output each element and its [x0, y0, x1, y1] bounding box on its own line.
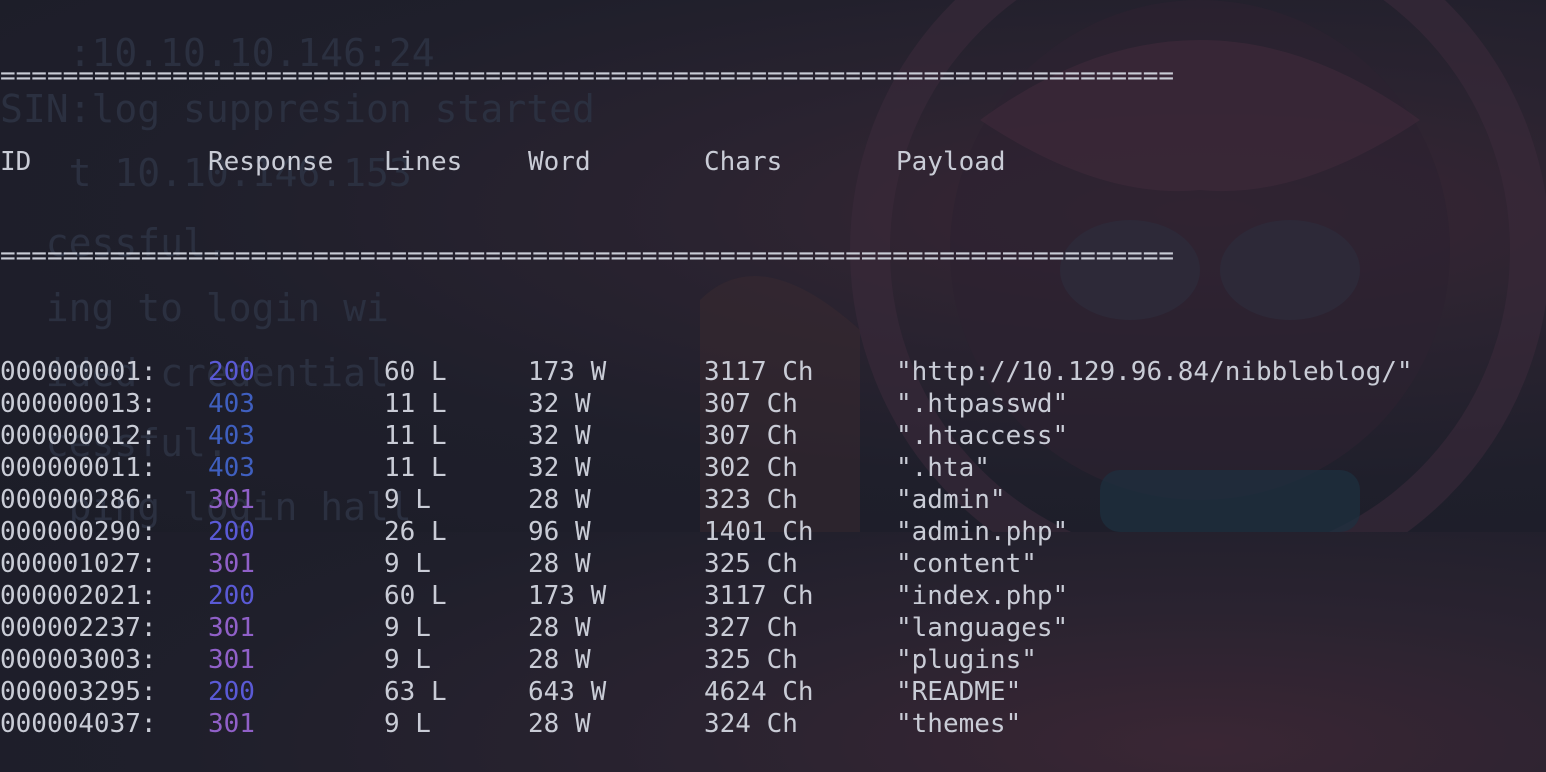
table-row: 000000011: 403 11 L 32 W 302 Ch ".hta"	[0, 452, 1546, 484]
cell-id: 000002021:	[0, 581, 157, 611]
cell-chars: 307 Ch	[704, 421, 798, 451]
table-header: ID Response Lines Word Chars Payload	[0, 146, 1546, 178]
cell-lines: 9 L	[384, 709, 431, 739]
cell-lines: 63 L	[384, 677, 447, 707]
cell-lines: 60 L	[384, 581, 447, 611]
cell-id: 000004037:	[0, 709, 157, 739]
cell-response: 301	[208, 645, 255, 675]
results-table: 000000001: 200 60 L 173 W 3117 Ch "http://10.…	[0, 356, 1546, 740]
cell-id: 000003003:	[0, 645, 157, 675]
cell-payload: "README"	[896, 677, 1022, 707]
cell-word: 643 W	[528, 677, 607, 707]
header-word: Word	[528, 147, 591, 177]
table-row: 000000001: 200 60 L 173 W 3117 Ch "http://10.…	[0, 356, 1546, 388]
cell-response: 200	[208, 517, 255, 547]
table-row: 000000012: 403 11 L 32 W 307 Ch ".htaccess"	[0, 420, 1546, 452]
cell-id: 000000286:	[0, 485, 157, 515]
cell-word: 28 W	[528, 613, 591, 643]
separator-top: ========================================…	[0, 61, 1174, 91]
cell-word: 32 W	[528, 453, 591, 483]
cell-response: 403	[208, 453, 255, 483]
cell-response: 200	[208, 581, 255, 611]
table-row: 000000290: 200 26 L 96 W 1401 Ch "admin.php"	[0, 516, 1546, 548]
cell-word: 28 W	[528, 549, 591, 579]
table-row: 000003003: 301 9 L 28 W 325 Ch "plugins"	[0, 644, 1546, 676]
cell-response: 301	[208, 709, 255, 739]
table-row: 000002021: 200 60 L 173 W 3117 Ch "index.php"	[0, 580, 1546, 612]
cell-payload: "admin"	[896, 485, 1006, 515]
cell-word: 173 W	[528, 581, 607, 611]
cell-chars: 325 Ch	[704, 549, 798, 579]
header-response: Response	[208, 147, 334, 177]
cell-chars: 325 Ch	[704, 645, 798, 675]
cell-chars: 307 Ch	[704, 389, 798, 419]
cell-id: 000000001:	[0, 357, 157, 387]
cell-chars: 3117 Ch	[704, 357, 814, 387]
cell-word: 28 W	[528, 709, 591, 739]
table-row: 000004037: 301 9 L 28 W 324 Ch "themes"	[0, 708, 1546, 740]
table-row: 000000286: 301 9 L 28 W 323 Ch "admin"	[0, 484, 1546, 516]
cell-id: 000002237:	[0, 613, 157, 643]
cell-chars: 4624 Ch	[704, 677, 814, 707]
cell-id: 000001027:	[0, 549, 157, 579]
header-id: ID	[0, 147, 32, 177]
cell-word: 32 W	[528, 421, 591, 451]
cell-id: 000000011:	[0, 453, 157, 483]
cell-payload: "themes"	[896, 709, 1022, 739]
header-payload: Payload	[896, 147, 1006, 177]
table-row: 000001027: 301 9 L 28 W 325 Ch "content"	[0, 548, 1546, 580]
cell-lines: 11 L	[384, 389, 447, 419]
cell-chars: 3117 Ch	[704, 581, 814, 611]
cell-response: 403	[208, 421, 255, 451]
cell-response: 200	[208, 677, 255, 707]
cell-payload: ".htpasswd"	[896, 389, 1069, 419]
cell-lines: 60 L	[384, 357, 447, 387]
separator-bottom: ========================================…	[0, 241, 1174, 271]
cell-lines: 11 L	[384, 453, 447, 483]
cell-word: 28 W	[528, 485, 591, 515]
cell-payload: "index.php"	[896, 581, 1069, 611]
cell-payload: "languages"	[896, 613, 1069, 643]
cell-chars: 323 Ch	[704, 485, 798, 515]
cell-chars: 302 Ch	[704, 453, 798, 483]
cell-word: 173 W	[528, 357, 607, 387]
cell-word: 32 W	[528, 389, 591, 419]
cell-payload: ".hta"	[896, 453, 990, 483]
cell-word: 96 W	[528, 517, 591, 547]
cell-id: 000000012:	[0, 421, 157, 451]
cell-response: 301	[208, 549, 255, 579]
table-row: 000003295: 200 63 L 643 W 4624 Ch "README"	[0, 676, 1546, 708]
cell-lines: 26 L	[384, 517, 447, 547]
cell-id: 000003295:	[0, 677, 157, 707]
cell-lines: 11 L	[384, 421, 447, 451]
header-chars: Chars	[704, 147, 783, 177]
table-row: 000000013: 403 11 L 32 W 307 Ch ".htpasswd"	[0, 388, 1546, 420]
cell-chars: 1401 Ch	[704, 517, 814, 547]
cell-lines: 9 L	[384, 549, 431, 579]
cell-lines: 9 L	[384, 613, 431, 643]
cell-lines: 9 L	[384, 645, 431, 675]
cell-response: 200	[208, 357, 255, 387]
cell-payload: "admin.php"	[896, 517, 1069, 547]
cell-id: 000000013:	[0, 389, 157, 419]
cell-response: 301	[208, 613, 255, 643]
cell-payload: "plugins"	[896, 645, 1037, 675]
cell-chars: 327 Ch	[704, 613, 798, 643]
cell-chars: 324 Ch	[704, 709, 798, 739]
cell-response: 403	[208, 389, 255, 419]
cell-word: 28 W	[528, 645, 591, 675]
header-lines: Lines	[384, 147, 463, 177]
table-row: 000002237: 301 9 L 28 W 327 Ch "languages"	[0, 612, 1546, 644]
terminal-output[interactable]: ========================================…	[0, 0, 1546, 772]
cell-id: 000000290:	[0, 517, 157, 547]
cell-payload: "content"	[896, 549, 1037, 579]
cell-response: 301	[208, 485, 255, 515]
cell-payload: ".htaccess"	[896, 421, 1069, 451]
cell-lines: 9 L	[384, 485, 431, 515]
cell-payload: "http://10.129.96.84/nibbleblog/"	[896, 357, 1413, 387]
